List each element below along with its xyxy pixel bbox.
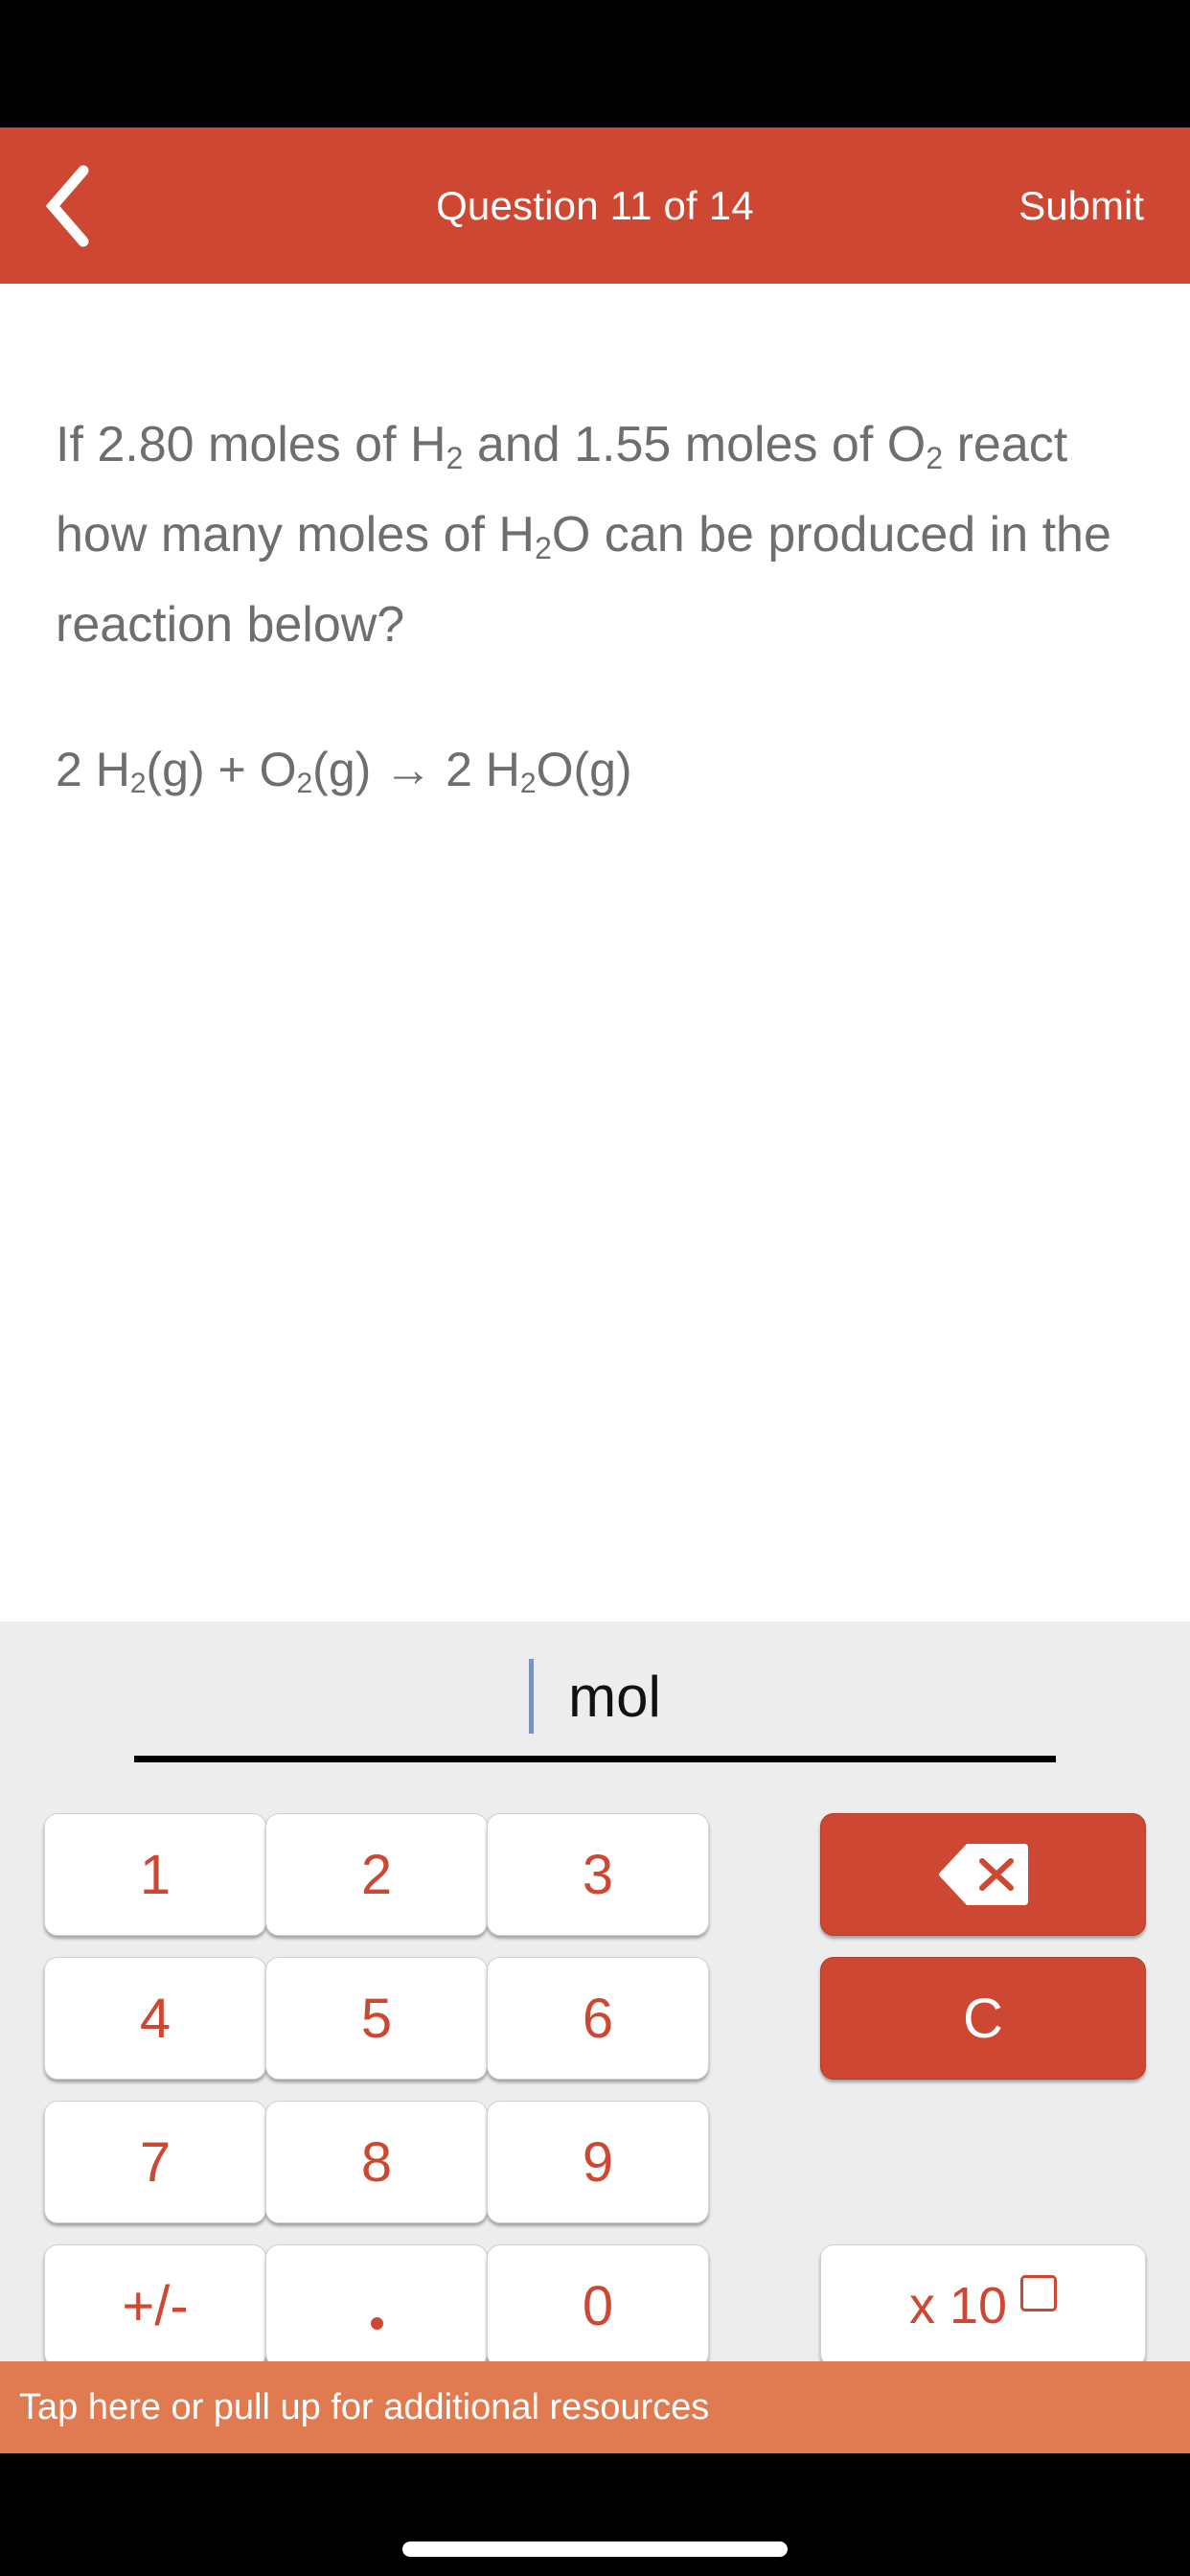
status-bar xyxy=(0,0,1190,127)
equation-reactant-1: 2 H xyxy=(56,743,130,796)
key-6[interactable]: 6 xyxy=(487,1957,709,2080)
equation-subscript-3: 2 xyxy=(519,767,537,799)
key-decimal-point[interactable] xyxy=(265,2244,488,2367)
equation-subscript-1: 2 xyxy=(129,767,147,799)
key-9[interactable]: 9 xyxy=(487,2101,709,2223)
answer-unit-label: mol xyxy=(568,1664,661,1729)
empty-exponent-box-icon xyxy=(1020,2275,1058,2312)
question-area: If 2.80 moles of H2 and 1.55 moles of O2… xyxy=(0,284,1190,1622)
key-0[interactable]: 0 xyxy=(487,2244,709,2367)
equation-state-2: (g) xyxy=(312,743,385,796)
key-5-label: 5 xyxy=(360,1987,393,2050)
backspace-button[interactable] xyxy=(820,1813,1146,1936)
answer-field-content: mol xyxy=(134,1643,1056,1750)
chemical-equation: 2 H2(g) + O2(g) → 2 H2O(g) xyxy=(56,736,1138,811)
key-plus-minus-label: +/- xyxy=(122,2274,189,2337)
equation-plus: (g) + O xyxy=(146,743,297,796)
page-title: Question 11 of 14 xyxy=(436,182,754,228)
navigation-bar: Question 11 of 14 Submit xyxy=(0,127,1190,284)
exponent-button-label: x 10 xyxy=(908,2277,1008,2334)
key-4[interactable]: 4 xyxy=(44,1957,266,2080)
key-5[interactable]: 5 xyxy=(265,1957,488,2080)
question-part-2: and 1.55 moles of O xyxy=(463,417,927,472)
key-8[interactable]: 8 xyxy=(265,2101,488,2223)
clear-button-label: C xyxy=(963,1987,1003,2050)
question-part-1: If 2.80 moles of H xyxy=(56,417,446,472)
exponent-button[interactable]: x 10 xyxy=(820,2244,1146,2367)
key-2-label: 2 xyxy=(360,1843,393,1906)
key-0-label: 0 xyxy=(582,2274,614,2337)
question-subscript-3: 2 xyxy=(534,531,552,566)
key-1[interactable]: 1 xyxy=(44,1813,266,1936)
key-1-label: 1 xyxy=(139,1843,172,1906)
equation-arrow-icon: → xyxy=(384,743,433,796)
equation-subscript-2: 2 xyxy=(296,767,313,799)
additional-resources-label: Tap here or pull up for additional resou… xyxy=(19,2386,710,2427)
equation-product-1: 2 H xyxy=(432,743,520,796)
key-7-label: 7 xyxy=(139,2130,172,2194)
answer-field[interactable]: mol xyxy=(134,1643,1056,1777)
key-2[interactable]: 2 xyxy=(265,1813,488,1936)
question-subscript-2: 2 xyxy=(926,441,944,476)
question-subscript-1: 2 xyxy=(446,441,464,476)
key-6-label: 6 xyxy=(582,1987,614,2050)
home-indicator-area xyxy=(0,2453,1190,2576)
backspace-delete-icon xyxy=(939,1844,1028,1905)
key-plus-minus[interactable]: +/- xyxy=(44,2244,266,2367)
key-9-label: 9 xyxy=(582,2130,614,2194)
answer-underline xyxy=(134,1756,1056,1762)
key-3[interactable]: 3 xyxy=(487,1813,709,1936)
text-cursor xyxy=(529,1659,535,1734)
additional-resources-banner[interactable]: Tap here or pull up for additional resou… xyxy=(0,2361,1190,2453)
key-3-label: 3 xyxy=(582,1843,614,1906)
key-4-label: 4 xyxy=(139,1987,172,2050)
home-indicator[interactable] xyxy=(402,2542,788,2557)
key-7[interactable]: 7 xyxy=(44,2101,266,2223)
question-prompt: If 2.80 moles of H2 and 1.55 moles of O2… xyxy=(56,402,1138,667)
key-8-label: 8 xyxy=(360,2130,393,2194)
submit-button[interactable]: Submit xyxy=(1018,127,1144,284)
app-screen: Question 11 of 14 Submit If 2.80 moles o… xyxy=(0,0,1190,2576)
clear-button[interactable]: C xyxy=(820,1957,1146,2080)
equation-state-3: O(g) xyxy=(536,743,632,796)
decimal-point-icon xyxy=(370,2316,383,2330)
keypad-panel: mol 1 2 3 4 5 6 7 8 9 +/- 0 C x 10 xyxy=(0,1622,1190,2367)
